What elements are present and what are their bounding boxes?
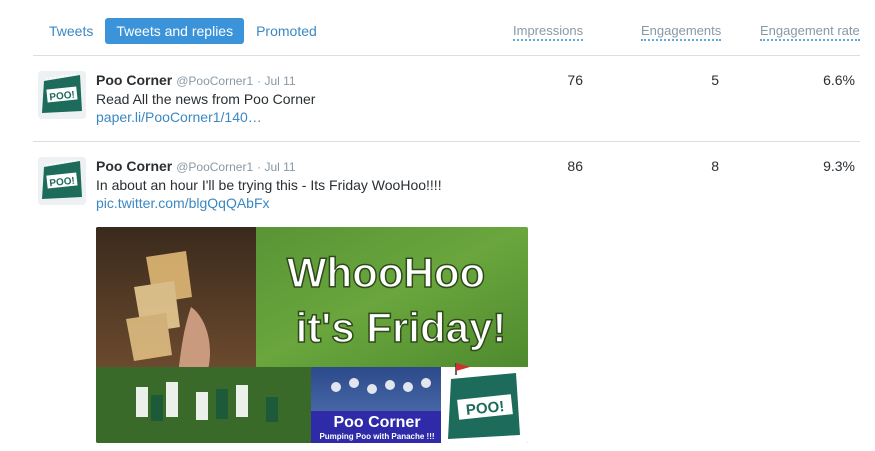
tweet-media-image[interactable]: WhooHoo it's Friday! Poo Corner Pumping … [96,227,528,443]
row-divider [33,141,860,142]
header-divider [33,55,860,56]
media-banner-title: Poo Corner [333,414,420,431]
impressions-column-header[interactable]: Impressions [513,23,584,41]
tweet-link[interactable]: pic.twitter.com/blgQqQAbFx [96,195,270,211]
engagements-column-header[interactable]: Engagements [641,23,722,41]
author-name[interactable]: Poo Corner [96,158,172,174]
author-handle[interactable]: @PooCorner1 [176,160,253,174]
engagements-value: 8 [711,158,719,174]
tweet-text: Read All the news from Poo Corner [96,91,316,107]
tweet-date[interactable]: · Jul 11 [257,74,295,88]
media-banner-tagline: Pumping Poo with Panache !!! [319,432,434,441]
tweet-author: Poo Corner @PooCorner1 · Jul 11 [96,72,296,88]
tweet-text: In about an hour I'll be trying this - I… [96,177,442,193]
author-name[interactable]: Poo Corner [96,72,172,88]
tweet-filter-tabs: Tweets Tweets and replies Promoted [38,18,329,44]
tweet-date[interactable]: · Jul 11 [257,160,295,174]
impressions-value: 76 [567,72,583,88]
impressions-value: 86 [567,158,583,174]
poo-corner-logo-icon: POO! [38,71,86,119]
tab-tweets[interactable]: Tweets [38,18,104,44]
engagement-rate-column-header[interactable]: Engagement rate [760,23,860,41]
poo-corner-logo-icon: POO! [38,157,86,205]
tweet-author: Poo Corner @PooCorner1 · Jul 11 [96,158,296,174]
engagement-rate-value: 9.3% [823,158,855,174]
media-headline-2: it's Friday! [296,304,507,351]
avatar[interactable]: POO! [38,157,86,205]
engagements-value: 5 [711,72,719,88]
tab-promoted[interactable]: Promoted [245,18,328,44]
tab-tweets-and-replies[interactable]: Tweets and replies [105,18,245,44]
avatar[interactable]: POO! [38,71,86,119]
tweet-link[interactable]: paper.li/PooCorner1/140… [96,109,262,125]
media-headline-1: WhooHoo [287,249,485,296]
engagement-rate-value: 6.6% [823,72,855,88]
author-handle[interactable]: @PooCorner1 [176,74,253,88]
